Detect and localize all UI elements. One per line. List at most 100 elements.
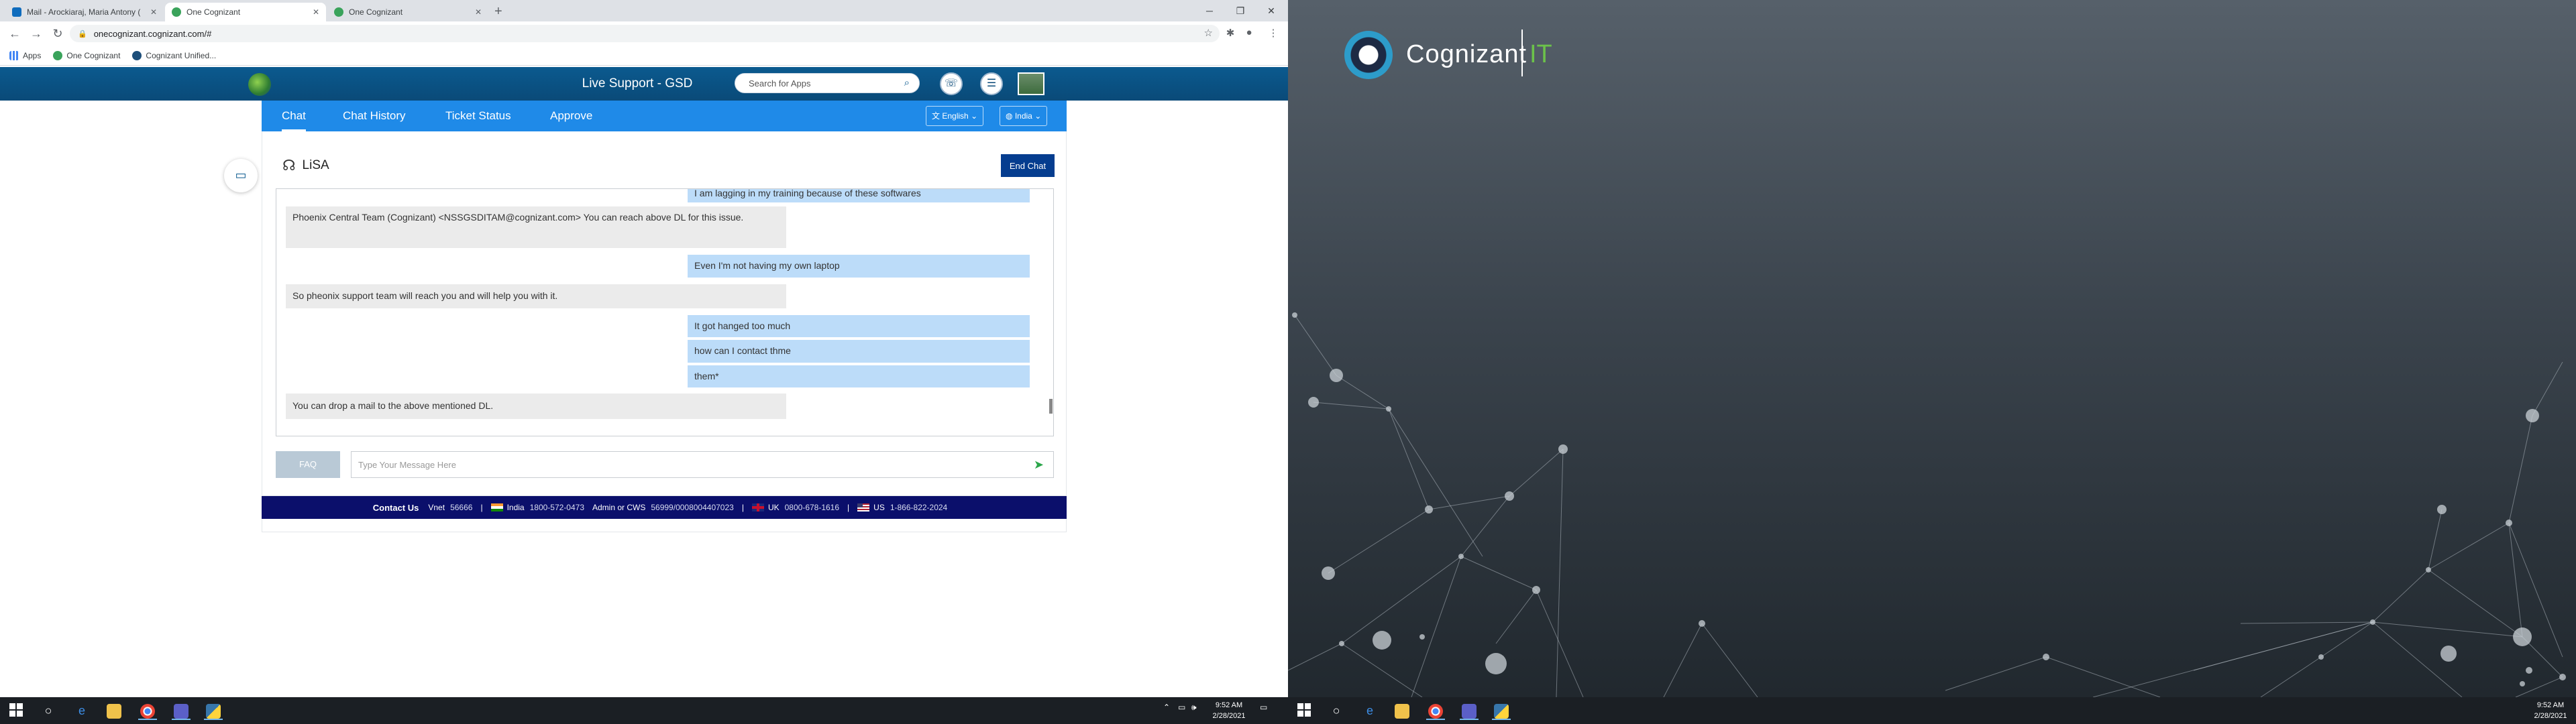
bot-message: You can drop a mail to the above mention… xyxy=(286,394,786,419)
taskbar-clock[interactable]: 9:52 AM 2/28/2021 xyxy=(2529,700,2572,721)
apps-grid-icon xyxy=(9,50,19,60)
wallpaper-brand: Cognizant xyxy=(1406,40,1527,68)
india-label: India xyxy=(506,503,525,512)
bookmark-star-icon[interactable]: ☆ xyxy=(1204,27,1213,39)
clock-time: 9:52 AM xyxy=(1215,701,1243,709)
cognizant-icon xyxy=(132,50,142,60)
send-icon[interactable]: ➤ xyxy=(1034,458,1044,472)
file-explorer-icon[interactable] xyxy=(105,701,123,720)
menu-icon[interactable]: ⋮ xyxy=(1267,27,1280,39)
taskbar-right: ○ e 9:52 AM 2/28/2021 xyxy=(1288,697,2576,724)
us-label: US xyxy=(873,503,885,512)
restore-icon[interactable]: ❐ xyxy=(1225,3,1256,19)
user-message: I am lagging in my training because of t… xyxy=(688,189,1030,202)
contact-footer: Contact Us Vnet 56666 | India 1800-572-0… xyxy=(262,496,1067,519)
chat-panel: ☊ LiSA End Chat I am lagging in my train… xyxy=(262,131,1067,496)
python-icon[interactable] xyxy=(204,701,223,720)
teams-icon[interactable] xyxy=(172,701,191,720)
region-select[interactable]: ◍ India ⌄ xyxy=(1000,106,1048,126)
tab-one-cognizant-active[interactable]: One Cognizant ✕ xyxy=(165,3,326,21)
url-text: onecognizant.cognizant.com/# xyxy=(93,28,212,39)
bookmark-label: One Cognizant xyxy=(66,50,121,60)
forward-icon[interactable]: → xyxy=(28,26,44,41)
chevron-down-icon: ⌄ xyxy=(971,111,978,121)
network-wallpaper-graphic xyxy=(1288,312,2566,697)
search-icon[interactable]: ○ xyxy=(39,701,58,720)
action-center-icon[interactable]: ▭ xyxy=(1260,703,1267,712)
close-icon[interactable]: ✕ xyxy=(311,7,321,17)
volume-icon[interactable]: 🕪 xyxy=(1191,703,1197,713)
one-cognizant-icon xyxy=(334,7,343,17)
window-close-icon[interactable]: ✕ xyxy=(1256,3,1287,19)
faq-button[interactable]: FAQ xyxy=(276,451,340,478)
agent-header: ☊ LiSA xyxy=(282,157,329,174)
message-placeholder: Type Your Message Here xyxy=(358,459,456,470)
close-icon[interactable]: ✕ xyxy=(149,7,158,17)
one-cognizant-logo[interactable] xyxy=(248,73,271,96)
address-bar[interactable]: 🔒 onecognizant.cognizant.com/# ☆ xyxy=(70,25,1220,42)
clock-date: 2/28/2021 xyxy=(2534,712,2567,720)
message-list[interactable]: I am lagging in my training because of t… xyxy=(276,188,1054,436)
bookmark-one-cognizant[interactable]: One Cognizant xyxy=(53,50,121,60)
bookmark-cognizant-unified[interactable]: Cognizant Unified... xyxy=(132,50,216,60)
vnet-label: Vnet xyxy=(428,503,445,512)
bot-message: Phoenix Central Team (Cognizant) <NSSGSD… xyxy=(286,206,786,248)
bookmark-apps[interactable]: Apps xyxy=(9,50,41,60)
one-cognizant-icon xyxy=(172,7,181,17)
page-title: Live Support - GSD xyxy=(582,76,693,90)
admin-label: Admin or CWS xyxy=(592,503,646,512)
taskbar-clock[interactable]: 9:52 AM 2/28/2021 xyxy=(1208,700,1250,721)
back-icon[interactable]: ← xyxy=(7,26,23,41)
tab-chat-history[interactable]: Chat History xyxy=(343,101,406,131)
tab-one-cognizant[interactable]: One Cognizant ✕ xyxy=(327,3,488,21)
tab-approve[interactable]: Approve xyxy=(550,101,592,131)
chrome-icon[interactable] xyxy=(138,701,157,720)
right-monitor-desktop: Cognizant IT ○ e 9:52 AM 2/28/2021 xyxy=(1288,0,2576,724)
tray-chevron-icon[interactable]: ⌃ xyxy=(1163,703,1170,712)
teams-icon[interactable] xyxy=(1460,701,1479,720)
separator: | xyxy=(847,503,850,512)
new-tab-icon[interactable]: + xyxy=(494,4,502,19)
left-monitor: Mail - Arockiaraj, Maria Antony (... ✕ O… xyxy=(0,0,1288,724)
reload-icon[interactable]: ↻ xyxy=(50,26,66,41)
cognizant-logo xyxy=(1344,31,1393,79)
scrollbar-thumb[interactable] xyxy=(1049,399,1053,414)
tab-chat[interactable]: Chat xyxy=(282,101,306,131)
end-chat-button[interactable]: End Chat xyxy=(1001,154,1055,177)
windows-start-icon[interactable] xyxy=(1297,703,1311,717)
us-number: 1-866-822-2024 xyxy=(890,503,948,512)
headset-icon: ☊ xyxy=(282,157,296,174)
windows-start-icon[interactable] xyxy=(9,703,23,717)
admin-number: 56999/0008004407023 xyxy=(651,503,734,512)
chat-bubble-icon[interactable]: ▭ xyxy=(224,159,258,192)
language-select[interactable]: 文 English ⌄ xyxy=(926,106,984,126)
apps-menu-icon[interactable]: ☰ xyxy=(980,72,1003,95)
region-label: India xyxy=(1014,111,1032,121)
agent-name: LiSA xyxy=(302,158,329,172)
search-apps-input[interactable]: Search for Apps ⌕ xyxy=(735,73,920,93)
chrome-icon[interactable] xyxy=(1426,701,1445,720)
network-icon[interactable]: ▭ xyxy=(1178,703,1185,712)
tab-mail[interactable]: Mail - Arockiaraj, Maria Antony (... ✕ xyxy=(5,3,164,21)
app-header: Live Support - GSD Search for Apps ⌕ ☏ ☰ xyxy=(0,67,1288,101)
tab-ticket-status[interactable]: Ticket Status xyxy=(445,101,511,131)
edge-icon[interactable]: e xyxy=(72,701,91,720)
message-input[interactable]: Type Your Message Here ➤ xyxy=(351,451,1054,478)
separator: | xyxy=(741,503,744,512)
search-icon[interactable]: ⌕ xyxy=(904,77,910,88)
notifications-icon[interactable]: ☏ xyxy=(940,72,963,95)
file-explorer-icon[interactable] xyxy=(1393,701,1411,720)
close-icon[interactable]: ✕ xyxy=(474,7,483,17)
search-placeholder: Search for Apps xyxy=(749,78,811,88)
edge-icon[interactable]: e xyxy=(1360,701,1379,720)
profile-icon[interactable]: ● xyxy=(1242,27,1256,38)
minimize-icon[interactable]: ─ xyxy=(1194,3,1225,19)
clock-time: 9:52 AM xyxy=(2536,701,2565,709)
user-avatar[interactable] xyxy=(1018,72,1044,95)
python-icon[interactable] xyxy=(1492,701,1511,720)
browser-toolbar: ← → ↻ 🔒 onecognizant.cognizant.com/# ☆ ✱… xyxy=(0,21,1288,46)
uk-flag-icon xyxy=(751,503,764,511)
extensions-icon[interactable]: ✱ xyxy=(1224,27,1237,39)
taskbar-left: ○ e ⌃ ▭ 🕪 9:52 AM 2/28/2021 ▭ xyxy=(0,697,1288,724)
search-icon[interactable]: ○ xyxy=(1327,701,1346,720)
